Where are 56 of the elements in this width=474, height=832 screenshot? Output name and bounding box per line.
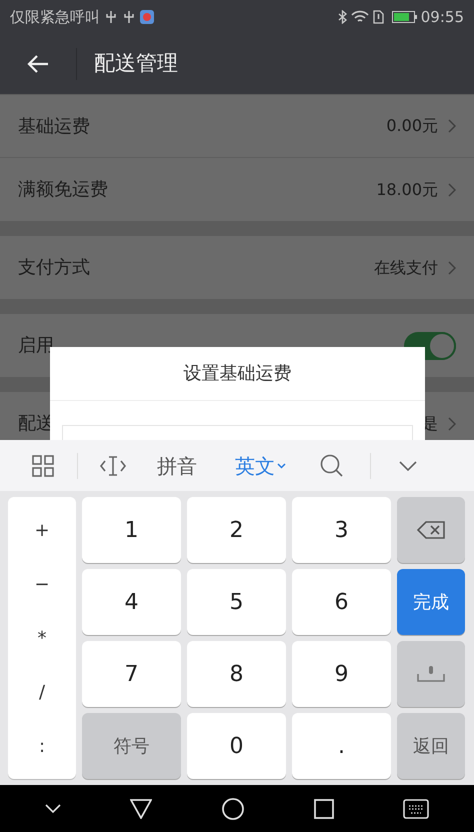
- input-mode-tab[interactable]: 英文: [235, 450, 286, 480]
- function-key[interactable]: 符号: [82, 713, 181, 779]
- backspace-icon: [417, 521, 445, 539]
- row-label: 基础运费: [18, 114, 91, 138]
- symbol-key[interactable]: /: [38, 678, 46, 706]
- search-icon[interactable]: [320, 454, 344, 478]
- digit-key[interactable]: 6: [292, 569, 391, 635]
- digit-key[interactable]: 5: [187, 569, 286, 635]
- collapse-icon[interactable]: [399, 460, 417, 470]
- row-value: 0.00元: [386, 115, 438, 137]
- back-icon[interactable]: [130, 798, 152, 818]
- row-label: 满额免运费: [18, 178, 109, 202]
- back-arrow-icon: [27, 55, 49, 73]
- symbol-key[interactable]: :: [38, 732, 46, 760]
- digit-key[interactable]: 7: [82, 641, 181, 707]
- chevron-icon: [448, 119, 456, 133]
- row-value: 在线支付: [374, 256, 438, 278]
- digit-key[interactable]: 1: [82, 497, 181, 563]
- done-key[interactable]: 完成: [397, 569, 465, 635]
- home-icon[interactable]: [222, 798, 244, 820]
- battery-icon: [392, 11, 417, 23]
- input-mode-tab[interactable]: 拼音: [157, 450, 197, 480]
- chevron-icon: [448, 182, 456, 196]
- row-label: 支付方式: [18, 256, 91, 280]
- digit-key[interactable]: .: [292, 713, 391, 779]
- status-text: 仅限紧急呼叫: [10, 6, 100, 28]
- bluetooth-icon: [338, 10, 347, 24]
- digit-key[interactable]: 8: [187, 641, 286, 707]
- page-title: 配送管理: [94, 50, 178, 78]
- chevron-icon: [448, 416, 456, 430]
- hide-keyboard-icon[interactable]: [44, 804, 61, 814]
- grid-icon[interactable]: [32, 454, 54, 476]
- app-icon: [140, 10, 154, 24]
- dialog-title: 设置基础运费: [50, 347, 425, 401]
- chevron-icon: [448, 260, 456, 274]
- row-value: 18.00元: [376, 178, 438, 200]
- sim-icon: [372, 10, 384, 24]
- digit-key[interactable]: 4: [82, 569, 181, 635]
- usb-icon: [106, 10, 116, 24]
- caret-icon: [277, 462, 286, 468]
- digit-key[interactable]: 3: [292, 497, 391, 563]
- digit-key[interactable]: 0: [187, 713, 286, 779]
- digit-key[interactable]: 2: [187, 497, 286, 563]
- keyboard-icon[interactable]: [403, 798, 430, 818]
- symbol-key[interactable]: −: [34, 570, 50, 598]
- cursor-icon[interactable]: [99, 454, 127, 476]
- symbol-key[interactable]: +: [34, 516, 50, 544]
- wifi-icon: [350, 10, 369, 24]
- backspace-key[interactable]: [397, 497, 465, 563]
- symbol-key[interactable]: *: [38, 624, 46, 652]
- clock-text: 09:55: [420, 6, 464, 28]
- space-mic-icon: [417, 666, 445, 682]
- digit-key[interactable]: 9: [292, 641, 391, 707]
- recents-icon[interactable]: [314, 798, 334, 818]
- function-key[interactable]: 返回: [397, 713, 465, 779]
- usb-icon: [124, 10, 134, 24]
